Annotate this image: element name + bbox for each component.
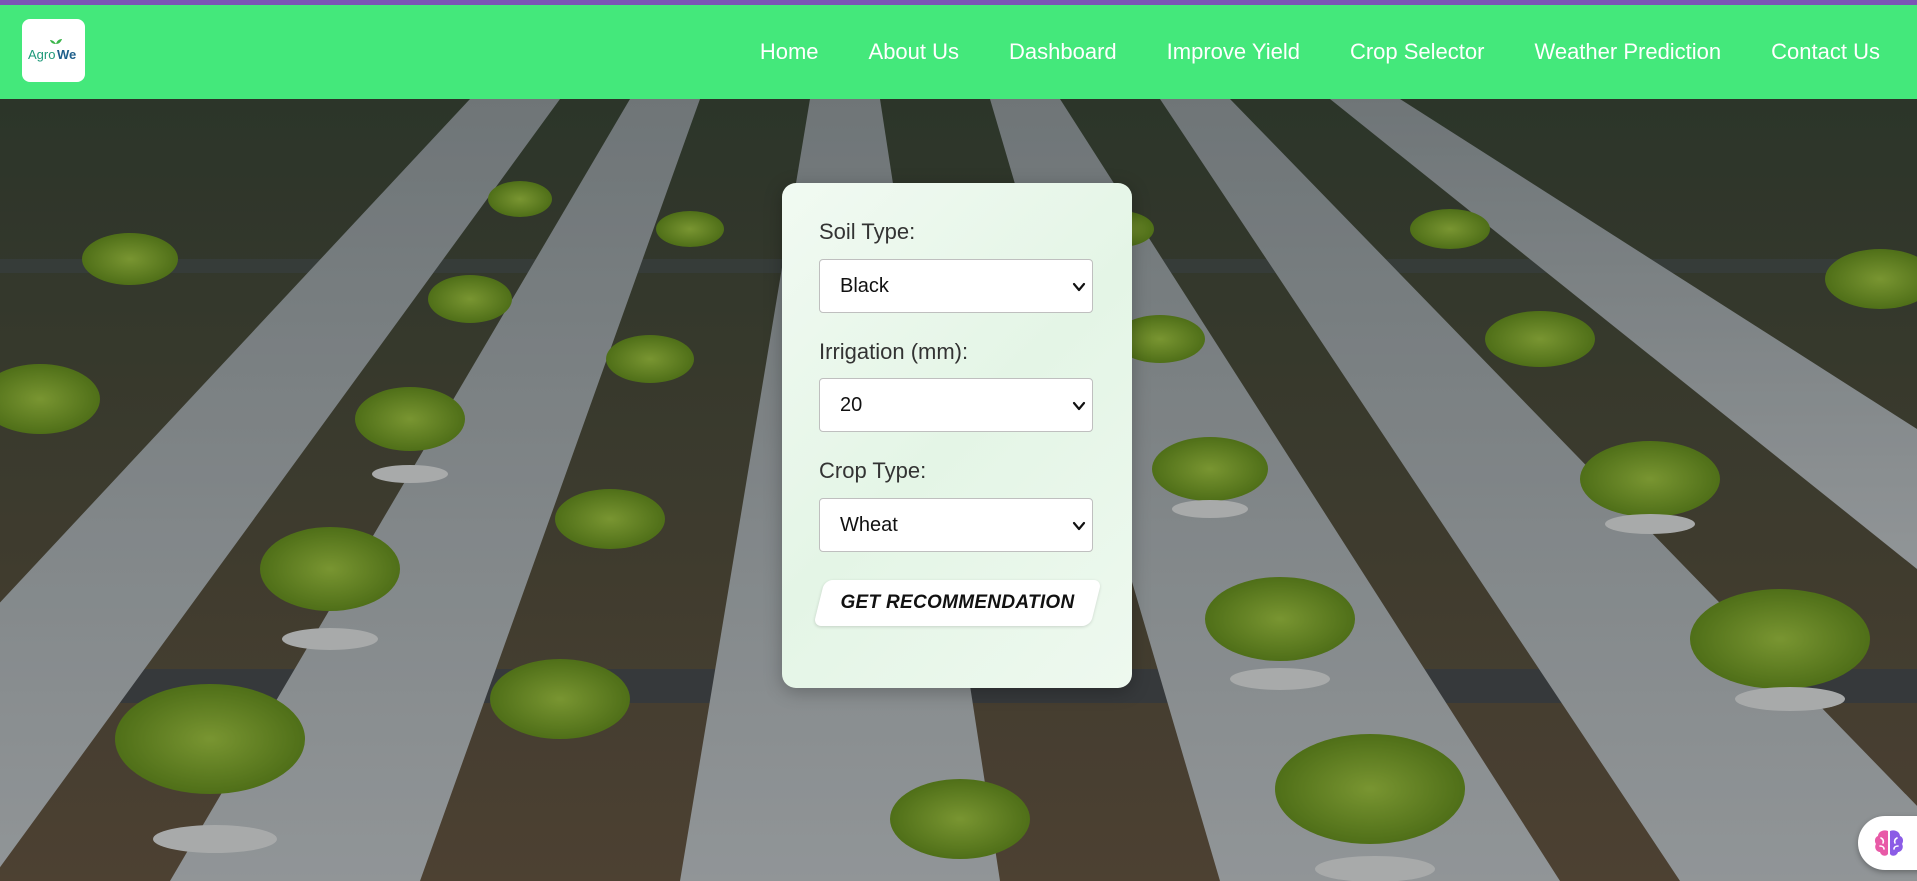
soil-type-select[interactable]: Black — [819, 259, 1093, 313]
nav-contact-us[interactable]: Contact Us — [1771, 39, 1880, 65]
irrigation-value: 20 — [840, 394, 863, 416]
crop-type-label: Crop Type: — [819, 458, 927, 483]
recommendation-form: Soil Type: Black Irrigation (mm): 20 Cro… — [782, 183, 1132, 688]
get-recommendation-button[interactable]: GET RECOMMENDATION — [813, 580, 1102, 626]
brain-icon — [1874, 830, 1904, 856]
nav-improve-yield[interactable]: Improve Yield — [1167, 39, 1300, 65]
ai-assistant-button[interactable] — [1858, 816, 1917, 870]
get-recommendation-label: GET RECOMMENDATION — [840, 592, 1075, 613]
page: Agro We Home About Us Dashboard Improve … — [0, 0, 1917, 881]
crop-type-select[interactable]: Wheat — [819, 498, 1093, 552]
logo-agro-text: Agro — [28, 47, 55, 62]
navbar: Agro We Home About Us Dashboard Improve … — [0, 5, 1917, 99]
logo-we-text: We — [57, 47, 76, 62]
nav-dashboard[interactable]: Dashboard — [1009, 39, 1117, 65]
soil-type-label: Soil Type: — [819, 219, 916, 244]
irrigation-label: Irrigation (mm): — [819, 339, 969, 364]
logo[interactable]: Agro We — [22, 19, 85, 82]
nav-crop-selector[interactable]: Crop Selector — [1350, 39, 1485, 65]
soil-type-value: Black — [840, 275, 889, 297]
chevron-down-icon — [1072, 401, 1086, 411]
chevron-down-icon — [1072, 282, 1086, 292]
chevron-down-icon — [1072, 521, 1086, 531]
crop-type-value: Wheat — [840, 514, 898, 536]
nav-weather-prediction[interactable]: Weather Prediction — [1534, 39, 1721, 65]
irrigation-select[interactable]: 20 — [819, 378, 1093, 432]
main-nav: Home About Us Dashboard Improve Yield Cr… — [710, 5, 1880, 99]
nav-home[interactable]: Home — [760, 39, 819, 65]
logo-image: Agro We — [28, 38, 76, 62]
nav-about-us[interactable]: About Us — [869, 39, 960, 65]
